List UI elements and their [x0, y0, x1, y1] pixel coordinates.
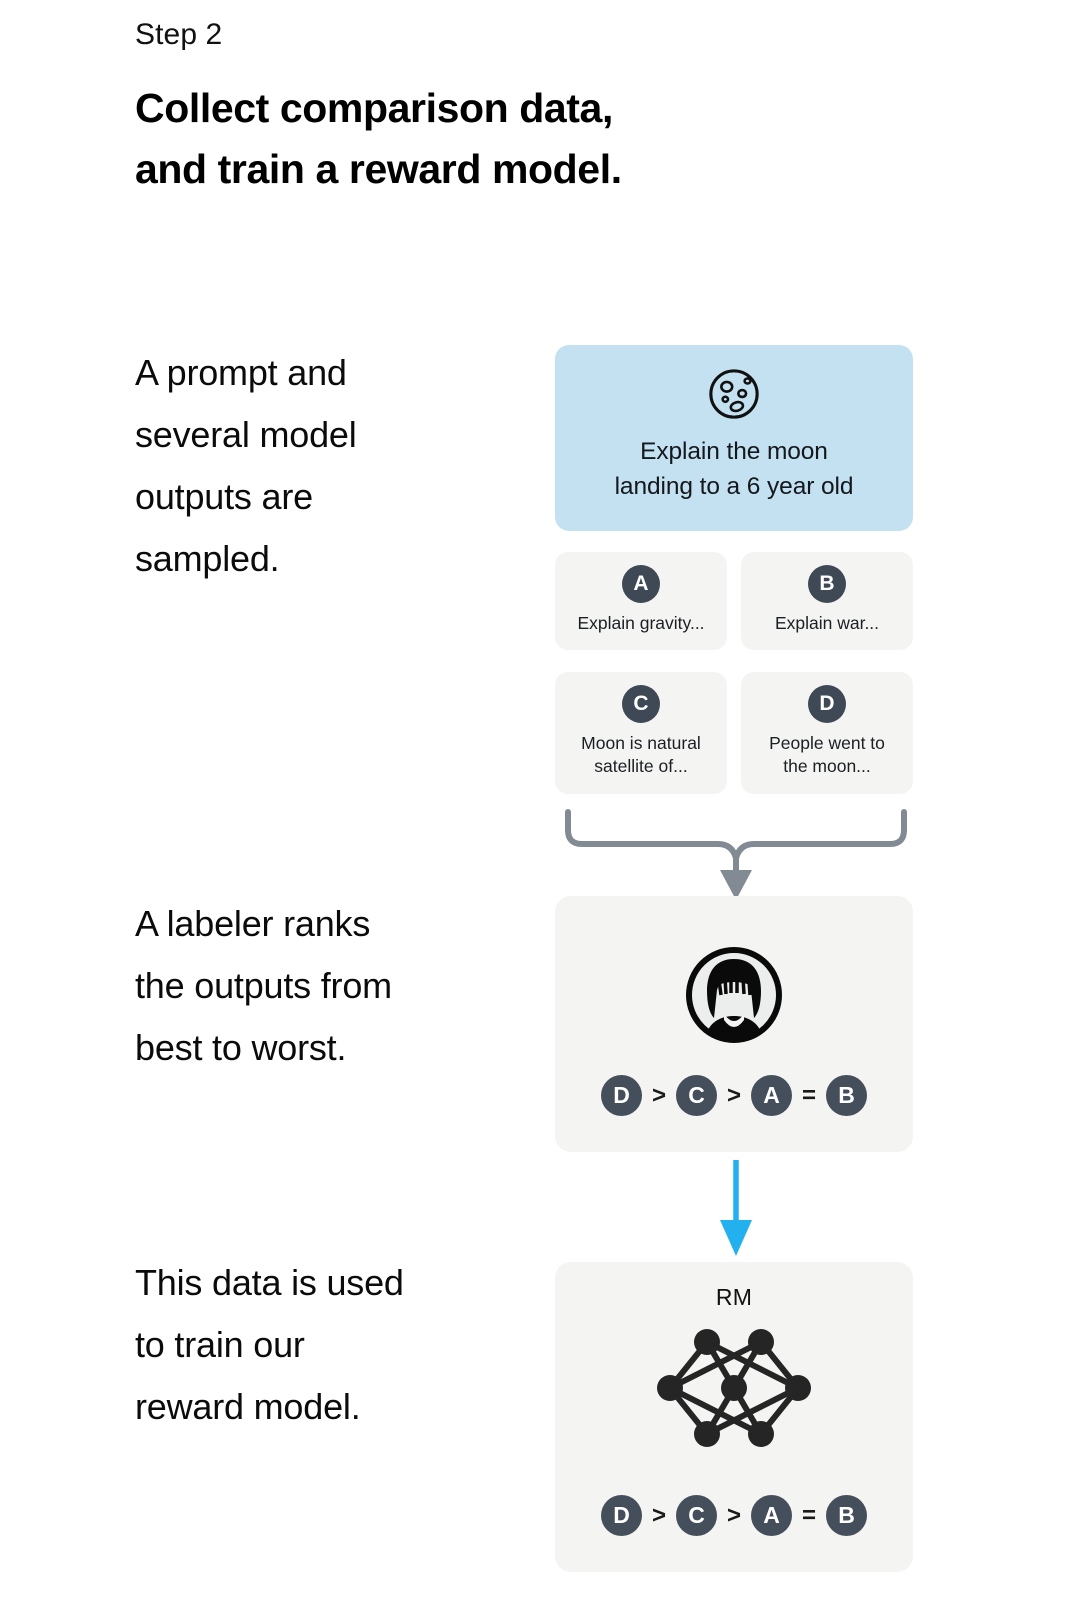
output-card-b[interactable]: B Explain war...	[741, 552, 913, 650]
narrative-paragraph-3: This data is used to train our reward mo…	[135, 1262, 404, 1427]
rm-label: RM	[715, 1284, 753, 1310]
rank-badge-b: B	[826, 1075, 867, 1116]
rank-badge-c: C	[676, 1075, 717, 1116]
output-text-a: Explain gravity...	[577, 613, 705, 633]
output-text-d: People went to the moon...	[769, 733, 885, 777]
output-badge-a: A	[622, 565, 660, 603]
output-badge-b: B	[808, 565, 846, 603]
infographic-page: Step 2 Collect comparison data, and trai…	[0, 0, 1067, 1600]
rank-operator: >	[726, 1081, 741, 1109]
rank-operator: >	[651, 1501, 666, 1529]
rank-operator: =	[801, 1501, 816, 1529]
rank-badge-a: A	[751, 1075, 792, 1116]
rank-badge-d: D	[601, 1075, 642, 1116]
rank-operator: =	[801, 1081, 816, 1109]
person-avatar-icon	[683, 944, 785, 1046]
rank-badge-b: B	[826, 1495, 867, 1536]
rank-badge-d: D	[601, 1495, 642, 1536]
output-card-a[interactable]: A Explain gravity...	[555, 552, 727, 650]
step-label: Step 2	[135, 18, 223, 51]
reward-model-card[interactable]: RM D > C > A = B	[555, 1262, 913, 1572]
neural-network-icon	[650, 1324, 818, 1452]
output-badge-d: D	[808, 685, 846, 723]
output-card-d[interactable]: D People went to the moon...	[741, 672, 913, 794]
rank-badge-a: A	[751, 1495, 792, 1536]
output-text-c: Moon is natural satellite of...	[581, 733, 701, 777]
narrative-paragraph-1: A prompt and several model outputs are s…	[135, 352, 357, 579]
page-title: Collect comparison data, and train a rew…	[135, 85, 622, 192]
output-badge-c: C	[622, 685, 660, 723]
prompt-card[interactable]: Explain the moon landing to a 6 year old	[555, 345, 913, 531]
rank-operator: >	[726, 1501, 741, 1529]
output-text-b: Explain war...	[774, 613, 880, 633]
rm-ranking-row: D > C > A = B	[555, 1495, 913, 1536]
rank-badge-c: C	[676, 1495, 717, 1536]
output-card-c[interactable]: C Moon is natural satellite of...	[555, 672, 727, 794]
moon-icon	[707, 367, 761, 421]
narrative-paragraph-2: A labeler ranks the outputs from best to…	[135, 903, 392, 1068]
prompt-text: Explain the moon landing to a 6 year old	[614, 438, 854, 500]
rank-operator: >	[651, 1081, 666, 1109]
labeler-card[interactable]: D > C > A = B	[555, 896, 913, 1152]
labeler-ranking-row: D > C > A = B	[555, 1075, 913, 1116]
